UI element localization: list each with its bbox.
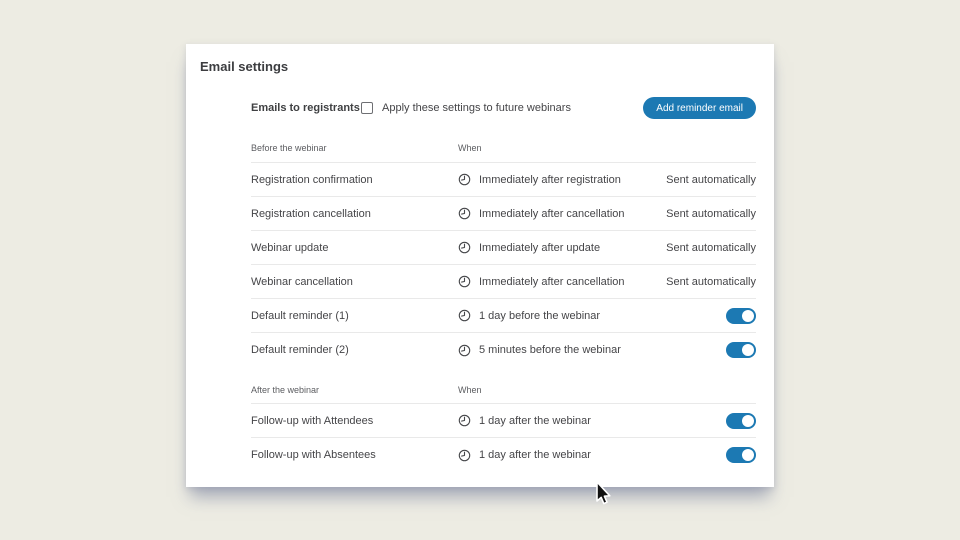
default-reminder-2-toggle[interactable] — [726, 342, 756, 358]
status-sent-automatically: Sent automatically — [666, 276, 756, 288]
column-header-row-after-webinar: After the webinar When — [251, 367, 756, 404]
email-when: Immediately after registration — [479, 174, 621, 186]
clock-icon — [458, 173, 471, 186]
column-header-row-before-webinar: Before the webinar When — [251, 134, 756, 163]
email-settings-table: Before the webinar When Registration con… — [251, 134, 756, 472]
email-when: 1 day before the webinar — [479, 310, 600, 322]
email-name: Default reminder (2) — [251, 344, 458, 356]
clock-icon — [458, 449, 471, 462]
email-settings-panel: Email settings Emails to registrants App… — [186, 44, 774, 487]
email-when: Immediately after update — [479, 242, 600, 254]
email-when: 5 minutes before the webinar — [479, 344, 621, 356]
email-name: Registration confirmation — [251, 174, 458, 186]
email-when: 1 day after the webinar — [479, 415, 591, 427]
table-row-default-reminder-2: Default reminder (2) 5 minutes before th… — [251, 333, 756, 367]
clock-icon — [458, 309, 471, 322]
email-when: Immediately after cancellation — [479, 208, 625, 220]
clock-icon — [458, 275, 471, 288]
column-header-before-the-webinar: Before the webinar — [251, 143, 458, 153]
email-when: 1 day after the webinar — [479, 449, 591, 461]
follow-up-attendees-toggle[interactable] — [726, 413, 756, 429]
column-header-when: When — [458, 385, 756, 395]
apply-settings-checkbox[interactable] — [361, 102, 373, 114]
follow-up-absentees-toggle[interactable] — [726, 447, 756, 463]
email-name: Follow-up with Attendees — [251, 415, 458, 427]
email-name: Follow-up with Absentees — [251, 449, 458, 461]
clock-icon — [458, 414, 471, 427]
status-sent-automatically: Sent automatically — [666, 208, 756, 220]
table-row-follow-up-attendees: Follow-up with Attendees 1 day after the… — [251, 404, 756, 438]
column-header-after-the-webinar: After the webinar — [251, 385, 458, 395]
status-sent-automatically: Sent automatically — [666, 242, 756, 254]
table-row-registration-cancellation: Registration cancellation Immediately af… — [251, 197, 756, 231]
email-when: Immediately after cancellation — [479, 276, 625, 288]
add-reminder-email-button[interactable]: Add reminder email — [643, 97, 756, 119]
column-header-when: When — [458, 143, 756, 153]
table-row-default-reminder-1: Default reminder (1) 1 day before the we… — [251, 299, 756, 333]
table-row-webinar-cancellation: Webinar cancellation Immediately after c… — [251, 265, 756, 299]
toolbar: Emails to registrants Apply these settin… — [251, 97, 756, 119]
table-row-follow-up-absentees: Follow-up with Absentees 1 day after the… — [251, 438, 756, 472]
email-name: Webinar update — [251, 242, 458, 254]
page-title: Email settings — [200, 59, 288, 74]
clock-icon — [458, 241, 471, 254]
email-name: Default reminder (1) — [251, 310, 458, 322]
section-label-emails-to-registrants: Emails to registrants — [251, 102, 361, 114]
default-reminder-1-toggle[interactable] — [726, 308, 756, 324]
status-sent-automatically: Sent automatically — [666, 174, 756, 186]
clock-icon — [458, 207, 471, 220]
email-name: Webinar cancellation — [251, 276, 458, 288]
apply-settings-checkbox-label[interactable]: Apply these settings to future webinars — [382, 102, 571, 114]
email-name: Registration cancellation — [251, 208, 458, 220]
clock-icon — [458, 344, 471, 357]
table-row-registration-confirmation: Registration confirmation Immediately af… — [251, 163, 756, 197]
table-row-webinar-update: Webinar update Immediately after update … — [251, 231, 756, 265]
